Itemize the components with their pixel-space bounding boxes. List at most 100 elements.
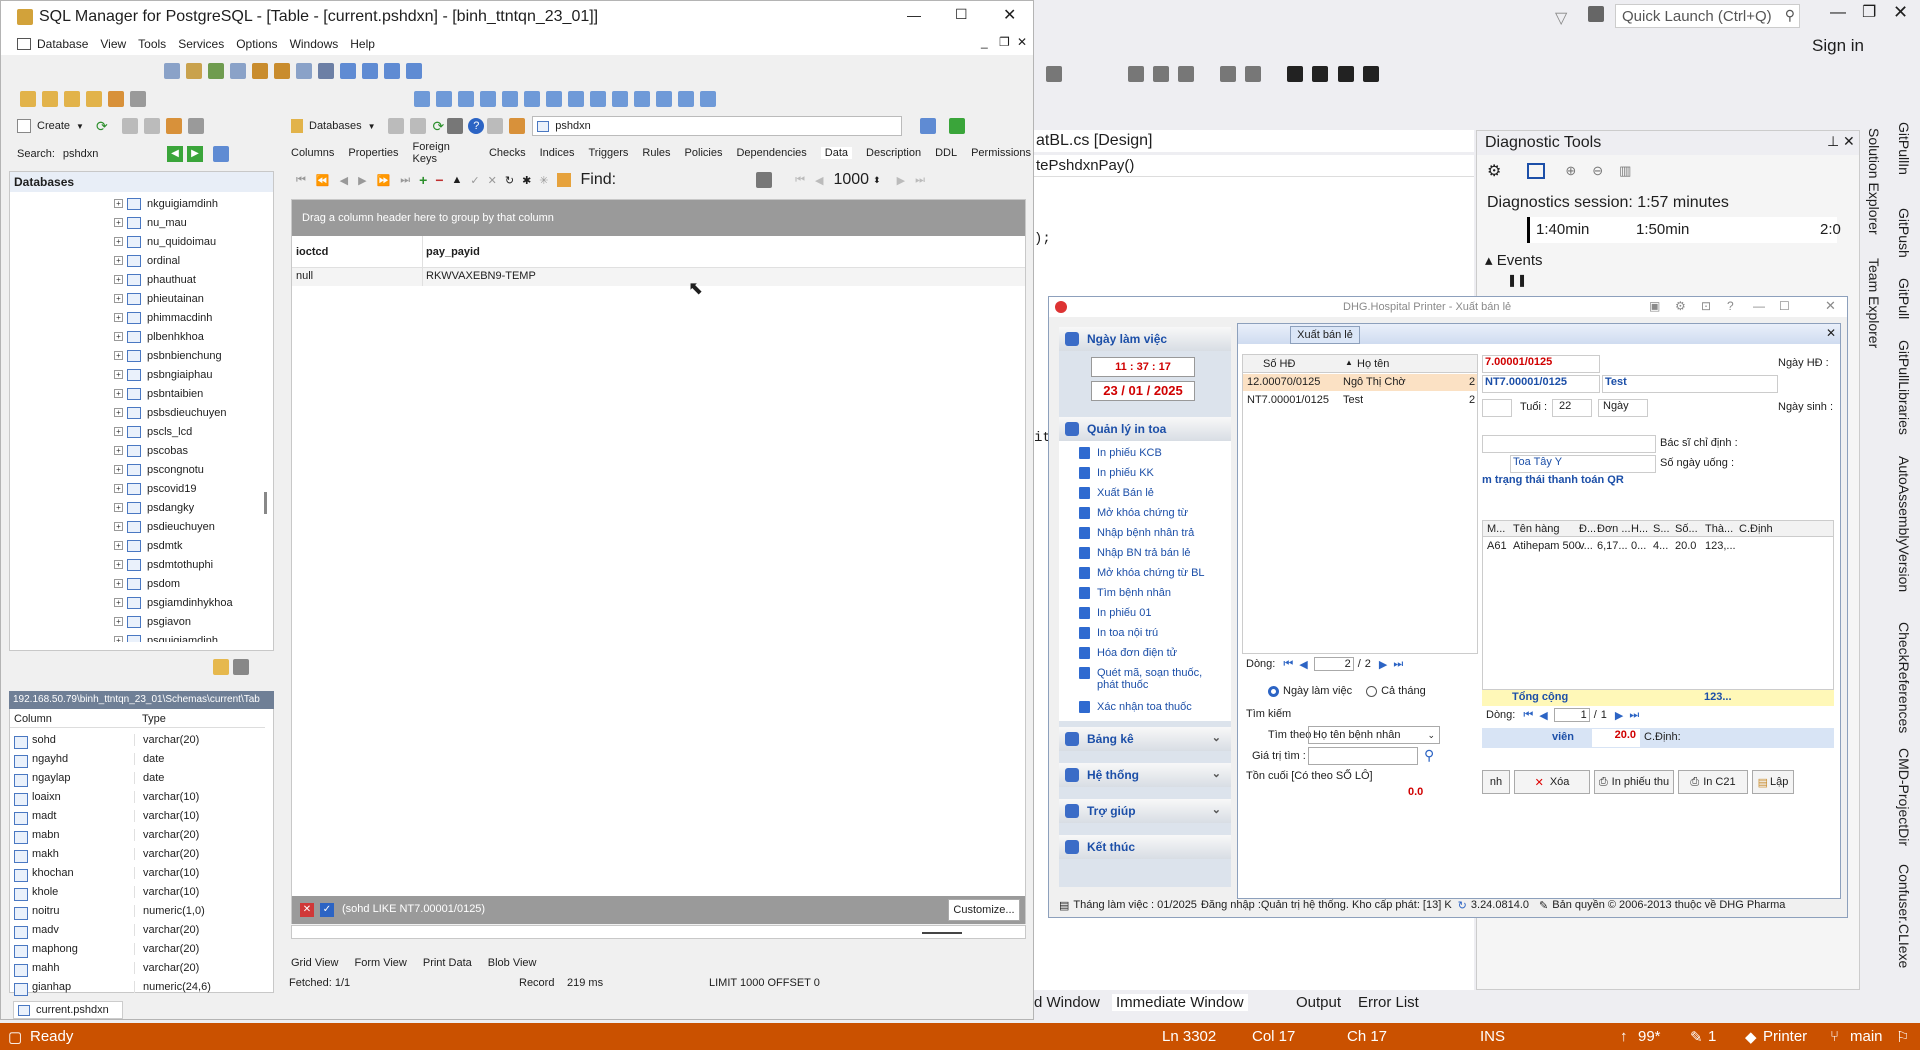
- next-record-icon[interactable]: ▶: [358, 174, 366, 187]
- tab-grid-view[interactable]: Grid View: [291, 957, 338, 969]
- radio-month[interactable]: [1366, 685, 1378, 697]
- limit-input[interactable]: 1000: [833, 171, 869, 189]
- toolbar-icon[interactable]: [362, 63, 378, 79]
- nav-xuat-ban-le[interactable]: Xuất Bán lẻ: [1059, 483, 1154, 503]
- timeline-ruler[interactable]: 1:40min 1:50min 2:0: [1527, 217, 1841, 243]
- tree-item[interactable]: + pscongnotu: [10, 460, 204, 479]
- tree-item[interactable]: + psbnbienchung: [10, 346, 222, 365]
- nav-in-toa-noi-tru[interactable]: In toa nội trú: [1059, 623, 1158, 643]
- limit-spinner[interactable]: ⬍: [873, 175, 881, 186]
- chevron-down-icon[interactable]: ▼: [76, 122, 84, 131]
- tree-item[interactable]: + pscls_lcd: [10, 422, 192, 441]
- design-tab[interactable]: atBL.cs [Design]: [1034, 130, 1474, 152]
- column-row[interactable]: sohd varchar(20): [10, 730, 265, 749]
- age-unit-select[interactable]: Ngày: [1598, 399, 1648, 417]
- tree-item[interactable]: + psdmtk: [10, 536, 182, 555]
- bookmark-icon[interactable]: [1362, 66, 1379, 82]
- tab-triggers[interactable]: Triggers: [588, 147, 628, 159]
- tab-output[interactable]: Output: [1296, 994, 1341, 1011]
- toolbar-icon[interactable]: [502, 91, 518, 107]
- invoice-row[interactable]: NT7.00001/0125 Test 2: [1243, 392, 1477, 409]
- toolbar-icon[interactable]: [86, 91, 102, 107]
- nav-mo-khoa-chung-tu[interactable]: Mở khóa chứng từ: [1059, 503, 1188, 523]
- print-icon[interactable]: [447, 118, 464, 134]
- toolbar-icon[interactable]: ▣: [1649, 299, 1660, 313]
- invoice-no-field[interactable]: 7.00001/0125: [1482, 355, 1600, 373]
- menu-database[interactable]: Database: [37, 37, 88, 51]
- header-ho-ten[interactable]: Họ tên: [1357, 358, 1389, 370]
- next-page-icon[interactable]: ⏭: [915, 174, 925, 187]
- minimize-icon[interactable]: —: [1830, 4, 1846, 22]
- toolbar-icon[interactable]: [165, 118, 182, 134]
- first-record-icon[interactable]: ⏮: [296, 174, 306, 187]
- header-so-hd[interactable]: Số HĐ: [1263, 358, 1295, 370]
- menu-help[interactable]: Help: [350, 37, 375, 51]
- object-dropdown[interactable]: pshdxn: [532, 116, 903, 136]
- insert-icon[interactable]: +: [419, 172, 427, 188]
- toolbar-icon[interactable]: [64, 91, 80, 107]
- first-page-icon[interactable]: ⏮: [1523, 709, 1533, 722]
- search-value-input[interactable]: [1308, 747, 1418, 765]
- doctor-field[interactable]: [1482, 435, 1656, 453]
- help-icon[interactable]: ?: [468, 118, 485, 134]
- gender-select[interactable]: [1482, 399, 1512, 417]
- save-button[interactable]: nh: [1482, 770, 1510, 794]
- toolbar-icon[interactable]: [187, 118, 204, 134]
- toolbar-icon[interactable]: [1153, 66, 1170, 82]
- cancel-icon[interactable]: ✕: [488, 174, 497, 187]
- last-record-icon[interactable]: ⏭: [400, 174, 410, 187]
- filter-icon[interactable]: ▽: [1555, 8, 1567, 28]
- toolbar-icon[interactable]: [409, 118, 426, 134]
- toolbar-icon[interactable]: [590, 91, 606, 107]
- tab-print-data[interactable]: Print Data: [423, 957, 472, 969]
- group-he-thong[interactable]: Hệ thống ⌄: [1059, 763, 1231, 787]
- create-button[interactable]: ▤ Lập: [1752, 770, 1794, 794]
- tab-gitpullin[interactable]: GitPullIn: [1896, 122, 1912, 175]
- minimize-icon[interactable]: —: [1753, 299, 1765, 313]
- nav-mo-khoa-chung-tu-bl[interactable]: Mở khóa chứng từ BL: [1059, 563, 1205, 583]
- group-by-panel[interactable]: Drag a column header here to group by th…: [292, 200, 1025, 236]
- tab-form-view[interactable]: Form View: [354, 957, 406, 969]
- tab-columns[interactable]: Columns: [291, 147, 334, 159]
- tab-properties[interactable]: Properties: [348, 147, 398, 159]
- delete-icon[interactable]: −: [435, 172, 443, 188]
- quick-launch-input[interactable]: Quick Launch (Ctrl+Q) ⚲: [1615, 4, 1800, 28]
- close-icon[interactable]: ✕: [1843, 133, 1855, 150]
- tab-permissions[interactable]: Permissions: [971, 147, 1031, 159]
- toolbar-icon[interactable]: [230, 63, 246, 79]
- close-tab-icon[interactable]: ✕: [1826, 326, 1836, 340]
- search-by-select[interactable]: Họ tên bệnh nhân ⌄: [1308, 726, 1440, 744]
- status-pen[interactable]: 1: [1708, 1028, 1716, 1045]
- doc-tab[interactable]: current.pshdxn: [13, 1001, 123, 1019]
- tab-xuat-ban-le[interactable]: Xuất bán lẻ: [1290, 326, 1360, 344]
- tab-description[interactable]: Description: [866, 147, 921, 159]
- close-icon[interactable]: ✕: [1825, 298, 1836, 314]
- toolbar-icon[interactable]: [1046, 66, 1062, 82]
- menu-view[interactable]: View: [100, 37, 126, 51]
- toolbar-icon[interactable]: [756, 172, 773, 188]
- toolbar-icon[interactable]: [1178, 66, 1195, 82]
- tab-gitpulllibraries[interactable]: GitPullLibraries: [1896, 340, 1912, 435]
- column-row[interactable]: madt varchar(10): [10, 806, 265, 825]
- chevron-down-icon[interactable]: ▼: [368, 122, 376, 131]
- delete-button[interactable]: ✕ Xóa: [1514, 770, 1590, 794]
- tree-item[interactable]: + nu_mau: [10, 213, 187, 232]
- help-icon[interactable]: ?: [1727, 299, 1734, 313]
- tree-item[interactable]: + psdom: [10, 574, 180, 593]
- next-result-icon[interactable]: ▶: [186, 146, 203, 162]
- toolbar-icon[interactable]: [920, 118, 937, 134]
- mdi-minimize-icon[interactable]: _: [981, 35, 988, 49]
- post-icon[interactable]: ✓: [470, 174, 479, 187]
- toolbar-icon[interactable]: [384, 63, 400, 79]
- tab-ddl[interactable]: DDL: [935, 147, 957, 159]
- tab-data[interactable]: Data: [820, 147, 853, 159]
- minimize-icon[interactable]: —: [907, 7, 921, 23]
- filter-text[interactable]: (sohd LIKE NT7.00001/0125): [342, 903, 485, 915]
- group-manage-print[interactable]: Quản lý in toa: [1059, 417, 1231, 441]
- refresh-icon[interactable]: ⟳: [96, 118, 108, 135]
- dhg-title-bar[interactable]: DHG.Hospital Printer - Xuất bán lẻ ▣ ⚙ ⊡…: [1049, 297, 1847, 317]
- toolbar-icon[interactable]: [252, 63, 268, 79]
- search-input[interactable]: pshdxn: [63, 148, 163, 160]
- prev-page-icon[interactable]: ⏮: [795, 174, 805, 187]
- events-header[interactable]: ▴ Events: [1485, 251, 1543, 269]
